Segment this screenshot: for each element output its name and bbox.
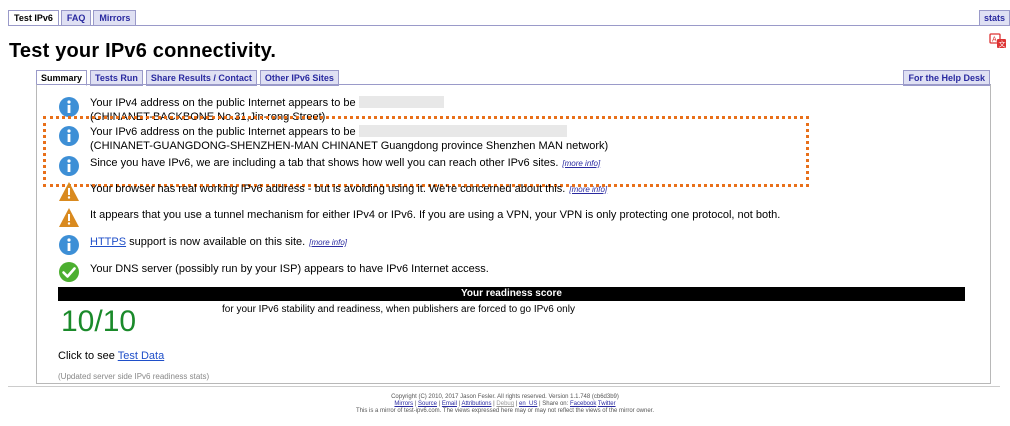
ipv4-text: Your IPv4 address on the public Internet… <box>90 97 356 109</box>
tab-faq[interactable]: FAQ <box>60 10 92 26</box>
tab-stats[interactable]: stats <box>978 10 1010 26</box>
browser-row: Your browser has real working IPv6 addre… <box>58 181 607 203</box>
info-icon <box>59 97 79 117</box>
footer-link-attributions[interactable]: Attributions <box>462 401 492 407</box>
footer-link-email[interactable]: Email <box>442 401 457 407</box>
dns-row: Your DNS server (possibly run by your IS… <box>58 261 489 283</box>
warning-icon <box>59 182 79 201</box>
top-tabs: Test IPv6 FAQ Mirrors <box>8 10 137 26</box>
footer: Copyright (C) 2010, 2017 Jason Fesler. A… <box>0 394 1010 415</box>
updated-stats-link[interactable]: (Updated server side IPv6 readiness stat… <box>58 372 209 381</box>
test-data-line: Click to see Test Data <box>58 350 164 362</box>
copyright-text: Copyright (C) 2010, 2017 Jason Fesler. A… <box>391 394 619 400</box>
footer-link-facebook[interactable]: Facebook <box>570 401 596 407</box>
tunnel-row: It appears that you use a tunnel mechani… <box>58 207 780 229</box>
https-row: HTTPS support is now available on this s… <box>58 234 347 256</box>
share-on-label: Share on: <box>542 401 569 407</box>
page-title: Test your IPv6 connectivity. <box>9 40 277 62</box>
dns-text: Your DNS server (possibly run by your IS… <box>90 263 489 275</box>
test-data-link[interactable]: Test Data <box>118 350 164 362</box>
info-icon <box>59 235 79 255</box>
readiness-score-description: for your IPv6 stability and readiness, w… <box>222 304 575 315</box>
more-info-link[interactable]: [more info] <box>569 185 607 194</box>
mirror-disclaimer: This is a mirror of test-ipv6.com. The v… <box>356 408 654 414</box>
readiness-score-heading: Your readiness score <box>58 287 965 301</box>
footer-link-twitter[interactable]: Twitter <box>598 401 616 407</box>
footer-link-debug[interactable]: Debug <box>496 401 514 407</box>
translate-icon[interactable]: A 文 <box>989 33 1007 49</box>
top-divider <box>8 25 1000 26</box>
tab-mirrors[interactable]: Mirrors <box>93 10 137 26</box>
browser-text: Your browser has real working IPv6 addre… <box>90 183 566 195</box>
footer-link-source[interactable]: Source <box>418 401 437 407</box>
highlight-box <box>43 116 809 187</box>
footer-link-locale[interactable]: en_US <box>519 401 537 407</box>
https-text: support is now available on this site. <box>129 236 306 248</box>
https-link[interactable]: HTTPS <box>90 236 126 248</box>
svg-text:文: 文 <box>999 40 1006 49</box>
warning-icon <box>59 208 79 227</box>
click-to-see-label: Click to see <box>58 350 115 362</box>
svg-text:A: A <box>992 37 997 44</box>
footer-links: Mirrors | Source | Email | Attributions … <box>394 401 616 407</box>
bottom-divider <box>8 386 1000 387</box>
redacted-ipv4 <box>358 96 444 108</box>
check-icon <box>59 262 79 282</box>
more-info-link[interactable]: [more info] <box>309 238 347 247</box>
readiness-score-value: 10/10 <box>61 305 137 338</box>
tunnel-text: It appears that you use a tunnel mechani… <box>90 209 781 221</box>
tab-test-ipv6[interactable]: Test IPv6 <box>8 10 59 26</box>
footer-link-mirrors[interactable]: Mirrors <box>394 401 413 407</box>
